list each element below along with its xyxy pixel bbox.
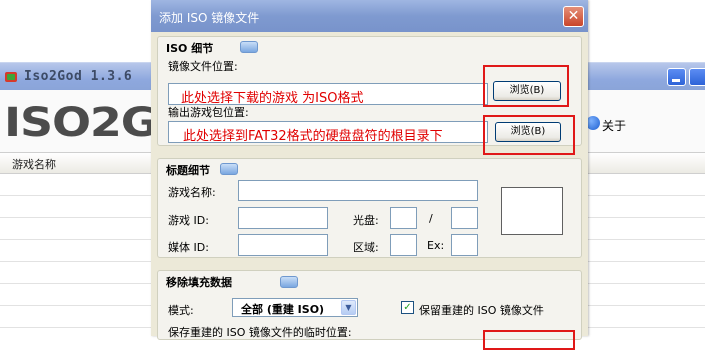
help-icon[interactable] (280, 276, 298, 288)
media-id-field[interactable] (238, 234, 328, 256)
close-icon: ✕ (567, 8, 580, 24)
temp-location-label: 保存重建的 ISO 镜像文件的临时位置: (168, 326, 352, 339)
iso-details-title: ISO 细节 (166, 42, 214, 55)
title-image-box[interactable] (501, 187, 563, 235)
media-id-label: 媒体 ID: (168, 241, 209, 254)
region-label: 区域: (353, 241, 379, 254)
output-location-value: 此处选择到FAT32格式的硬盘盘符的根目录下 (183, 129, 443, 144)
chevron-down-icon[interactable]: ▼ (341, 300, 356, 315)
checkmark-icon: ✓ (403, 302, 412, 313)
keep-rebuilt-checkbox[interactable]: ✓ (401, 301, 414, 314)
disc-number-field[interactable] (390, 207, 417, 229)
disc-total-field[interactable] (451, 207, 478, 229)
app-logo: ISO2G (4, 100, 159, 146)
disc-separator: / (429, 212, 433, 225)
app-icon (5, 72, 17, 82)
browse-output-button-label: 浏览(B) (510, 126, 546, 137)
keep-rebuilt-label[interactable]: 保留重建的 ISO 镜像文件 (419, 302, 544, 318)
image-location-label: 镜像文件位置: (168, 60, 238, 73)
disc-label: 光盘: (353, 214, 379, 227)
browse-output-button[interactable]: 浏览(B) (495, 122, 561, 142)
title-details-title: 标题细节 (166, 164, 210, 177)
game-id-field[interactable] (238, 207, 328, 229)
help-icon[interactable] (220, 163, 238, 175)
column-header-game-name[interactable]: 游戏名称 (12, 156, 56, 172)
mode-label: 模式: (168, 304, 194, 317)
about-button[interactable]: 关于 (602, 117, 626, 134)
title-details-group: 标题细节 游戏名称: 游戏 ID: 光盘: / 媒体 ID: 区域: Ex: (157, 158, 582, 258)
minimize-button[interactable] (667, 68, 686, 86)
image-location-field[interactable]: 此处选择下载的游戏 为ISO格式 (168, 83, 488, 106)
game-name-field[interactable] (238, 180, 478, 201)
region-field[interactable] (390, 234, 417, 256)
help-icon[interactable] (240, 41, 258, 53)
browse-image-button-label: 浏览(B) (509, 85, 545, 96)
dialog-titlebar[interactable]: 添加 ISO 镜像文件 ✕ (151, 0, 588, 32)
ex-label: Ex: (427, 239, 445, 252)
output-location-label: 输出游戏包位置: (168, 106, 249, 119)
annotation-box-browse-3 (483, 330, 575, 350)
about-icon[interactable] (586, 116, 600, 130)
browse-image-button[interactable]: 浏览(B) (493, 81, 561, 101)
mode-select[interactable]: 全部 (重建 ISO) ▼ (232, 298, 358, 317)
main-window-title: Iso2God 1.3.6 (24, 69, 133, 84)
maximize-button[interactable] (689, 68, 705, 86)
output-location-field[interactable]: 此处选择到FAT32格式的硬盘盘符的根目录下 (168, 121, 488, 144)
game-id-label: 游戏 ID: (168, 214, 209, 227)
add-iso-dialog: 添加 ISO 镜像文件 ✕ ISO 细节 镜像文件位置: 此处选择下载的游戏 为… (151, 0, 588, 350)
iso-details-group: ISO 细节 镜像文件位置: 此处选择下载的游戏 为ISO格式 浏览(B) 输出… (157, 36, 582, 155)
close-button[interactable]: ✕ (563, 6, 584, 27)
ex-field[interactable] (451, 234, 478, 256)
remove-padding-title: 移除填充数据 (166, 276, 232, 289)
dialog-title: 添加 ISO 镜像文件 (159, 11, 260, 25)
mode-select-value: 全部 (重建 ISO) (241, 303, 325, 316)
remove-padding-group: 移除填充数据 模式: 全部 (重建 ISO) ▼ ✓ 保留重建的 ISO 镜像文… (157, 270, 582, 350)
game-name-label: 游戏名称: (168, 186, 216, 199)
